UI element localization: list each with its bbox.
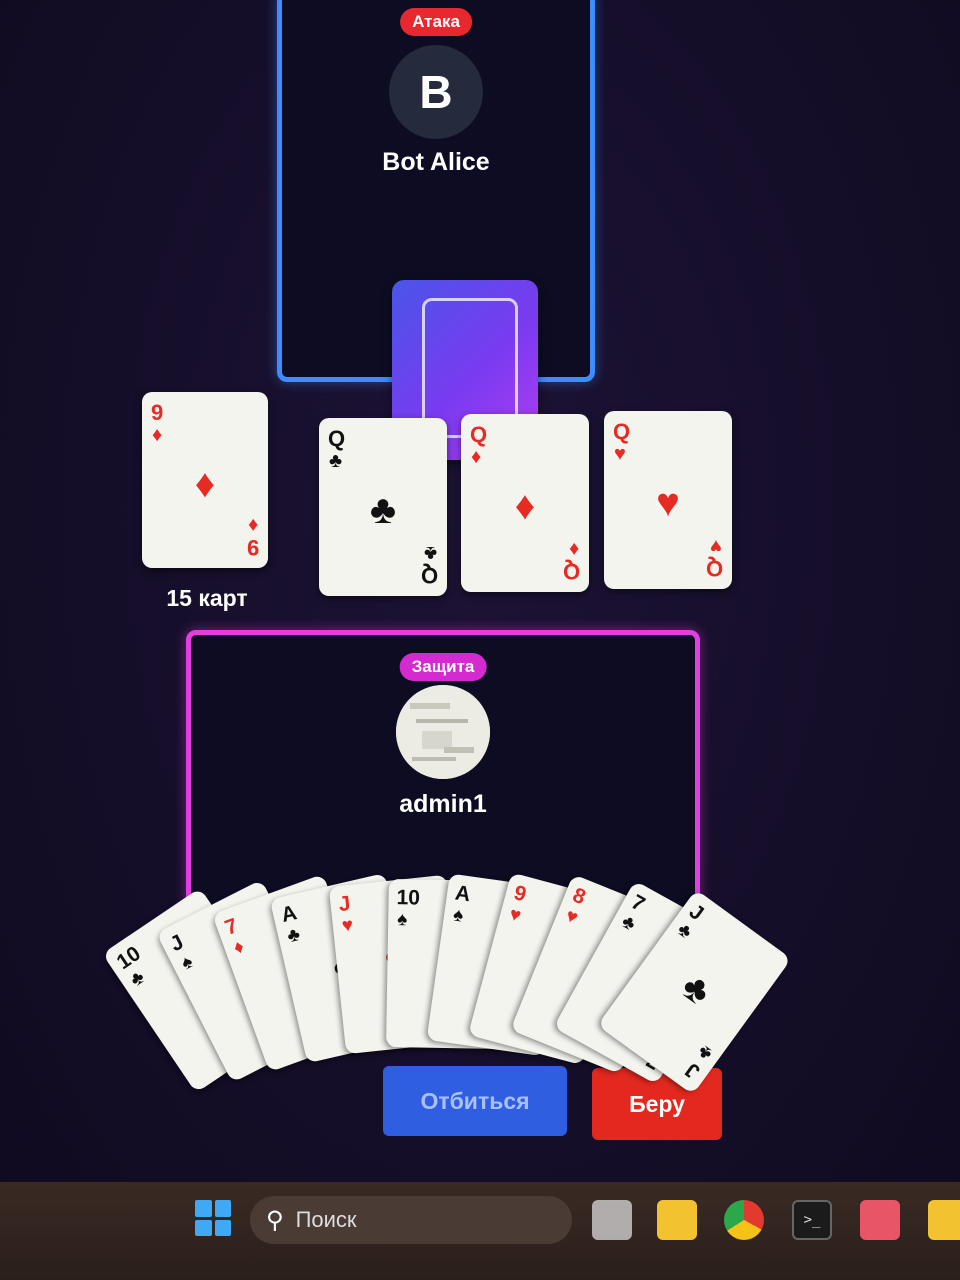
player-avatar: [396, 685, 490, 779]
card-suit: ♣: [126, 966, 149, 991]
card-rank: 9: [511, 881, 529, 907]
card-suit: ♠: [397, 909, 408, 931]
deck-count: 15 карт: [166, 585, 248, 611]
defense-badge: Защита: [399, 653, 487, 681]
table-card: Q ♥ ♥ Q ♥: [604, 411, 732, 589]
card-rank: Q: [470, 422, 488, 447]
card-center-suit: ♣: [673, 965, 719, 1014]
card-suit: ♥: [506, 903, 524, 927]
chrome-icon[interactable]: [724, 1200, 764, 1240]
card-rank: Q: [328, 426, 346, 451]
file-explorer-icon[interactable]: [657, 1200, 697, 1240]
card-suit: ♥: [340, 915, 355, 938]
player-name: admin1: [399, 790, 487, 818]
card-suit: ♠: [177, 950, 197, 975]
card-rank-bottom: Q: [562, 559, 580, 584]
card-suit: ♣: [673, 918, 696, 944]
taskbar: ⚲ Поиск >_: [0, 1182, 960, 1280]
card-suit: ♥: [614, 443, 626, 465]
opponent-name: Bot Alice: [382, 148, 490, 176]
card-suit-bottom: ♥: [710, 535, 722, 557]
table-card: Q ♣ ♣ Q ♣: [319, 418, 447, 596]
windows-start-icon[interactable]: [195, 1200, 231, 1236]
terminal-icon[interactable]: >_: [792, 1200, 832, 1240]
card-rank-bottom: 9: [246, 535, 259, 560]
card-suit-bottom: ♣: [423, 542, 437, 564]
attack-badge: Атака: [400, 8, 472, 36]
card-rank: Q: [613, 419, 631, 444]
card-suit: ♣: [617, 910, 640, 936]
card-suit: ♦: [230, 936, 248, 960]
card-suit: ♥: [562, 905, 581, 930]
card-rank: J: [337, 892, 352, 917]
search-icon: ⚲: [266, 1206, 284, 1234]
task-view-icon[interactable]: [592, 1200, 632, 1240]
card-rank-bottom: Q: [420, 563, 438, 588]
card-rank: A: [279, 901, 300, 927]
card-rank: 9: [151, 400, 164, 425]
card-center-suit: ♦: [514, 484, 536, 528]
card-suit-bottom: ♦: [247, 514, 258, 536]
card-center-suit: ♣: [369, 488, 397, 532]
telegram-icon[interactable]: [860, 1200, 900, 1240]
taskbar-search[interactable]: ⚲ Поиск: [250, 1196, 572, 1244]
defend-button[interactable]: Отбиться: [383, 1066, 567, 1136]
search-placeholder: Поиск: [295, 1207, 357, 1232]
card-rank-bottom: Q: [705, 556, 723, 581]
card-suit: ♦: [471, 446, 482, 468]
card-rank: A: [453, 881, 472, 907]
opponent-avatar: B: [389, 45, 483, 139]
card-rank: 8: [569, 883, 589, 910]
card-suit-bottom: ♦: [568, 538, 579, 560]
card-center-suit: ♥: [656, 481, 680, 525]
card-suit: ♦: [152, 424, 163, 446]
trump-card: 9 ♦ ♦ 9 ♦: [142, 392, 268, 568]
card-suit: ♠: [451, 904, 465, 928]
card-center-suit: ♦: [194, 462, 216, 506]
app-icon[interactable]: [928, 1200, 960, 1240]
table-card: Q ♦ ♦ Q ♦: [461, 414, 589, 592]
card-suit: ♣: [285, 923, 303, 948]
card-rank: 10: [112, 941, 145, 975]
card-suit: ♣: [329, 450, 343, 472]
card-rank: 7: [627, 890, 649, 916]
card-rank: 10: [396, 886, 421, 910]
